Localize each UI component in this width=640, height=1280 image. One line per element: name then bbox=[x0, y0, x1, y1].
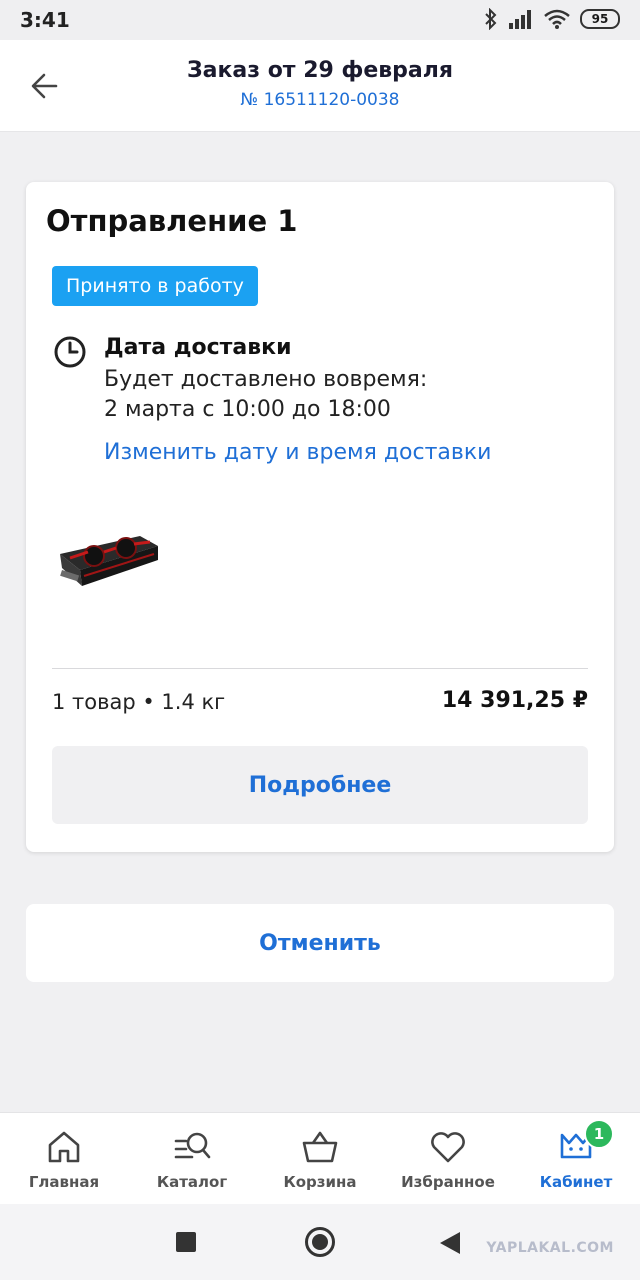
notification-badge: 1 bbox=[584, 1119, 614, 1149]
nav-label-cabinet: Кабинет bbox=[539, 1173, 613, 1191]
nav-item-cabinet[interactable]: Кабинет 1 bbox=[512, 1113, 640, 1204]
nav-item-basket[interactable]: Корзина bbox=[256, 1113, 384, 1204]
home-icon bbox=[48, 1131, 80, 1163]
delivery-time-text: 2 марта с 10:00 до 18:00 bbox=[104, 397, 391, 422]
recent-apps-icon[interactable] bbox=[176, 1232, 196, 1252]
order-number: № 16511120-0038 bbox=[240, 90, 400, 110]
nav-label-basket: Корзина bbox=[283, 1173, 357, 1191]
nav-label-home: Главная bbox=[28, 1173, 100, 1191]
product-image[interactable] bbox=[54, 530, 162, 592]
signal-icon bbox=[509, 10, 531, 29]
status-icons: 95 bbox=[484, 8, 620, 30]
status-bar: 3:41 95 bbox=[0, 0, 640, 40]
wifi-icon bbox=[544, 9, 570, 29]
battery-level: 95 bbox=[591, 12, 609, 26]
shipment-title: Отправление 1 bbox=[46, 204, 298, 238]
items-summary: 1 товар • 1.4 кг bbox=[52, 690, 226, 714]
clock-icon bbox=[54, 336, 86, 368]
cancel-order-button[interactable]: Отменить bbox=[26, 904, 614, 982]
nav-label-favorites: Избранное bbox=[401, 1173, 495, 1191]
basket-icon bbox=[302, 1131, 338, 1163]
system-nav-bar: YAPLAKAL.COM bbox=[0, 1204, 640, 1280]
app-header: Заказ от 29 февраля № 16511120-0038 bbox=[0, 40, 640, 132]
bottom-nav: Главная Каталог Корзина Избранное Кабине… bbox=[0, 1112, 640, 1204]
divider bbox=[52, 668, 588, 669]
page-title: Заказ от 29 февраля bbox=[187, 58, 453, 83]
total-price: 14 391,25 ₽ bbox=[441, 688, 588, 713]
delivery-status-text: Будет доставлено вовремя: bbox=[104, 367, 428, 392]
watermark: YAPLAKAL.COM bbox=[486, 1240, 614, 1256]
catalog-search-icon bbox=[174, 1132, 211, 1159]
shipment-card: Отправление 1 Принято в работу Дата дост… bbox=[26, 182, 614, 852]
home-button-icon[interactable] bbox=[305, 1227, 335, 1257]
bluetooth-icon bbox=[485, 8, 497, 30]
status-badge: Принято в работу bbox=[52, 266, 258, 306]
heart-icon bbox=[431, 1132, 465, 1163]
nav-item-catalog[interactable]: Каталог bbox=[128, 1113, 256, 1204]
change-delivery-link[interactable]: Изменить дату и время доставки bbox=[104, 440, 491, 465]
nav-item-home[interactable]: Главная bbox=[0, 1113, 128, 1204]
details-button[interactable]: Подробнее bbox=[52, 746, 588, 824]
battery-icon: 95 bbox=[580, 9, 620, 29]
nav-item-favorites[interactable]: Избранное bbox=[384, 1113, 512, 1204]
nav-label-catalog: Каталог bbox=[156, 1173, 228, 1191]
status-time: 3:41 bbox=[20, 8, 70, 32]
system-back-icon[interactable] bbox=[440, 1232, 460, 1254]
delivery-date-label: Дата доставки bbox=[104, 335, 292, 360]
